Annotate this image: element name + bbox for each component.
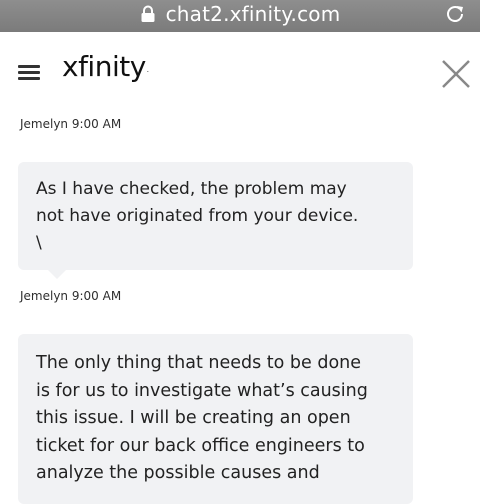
url-text: chat2.xfinity.com bbox=[165, 2, 341, 26]
message-sender-timestamp: Jemelyn 9:00 AM bbox=[20, 289, 122, 303]
message-line: As I have checked, the problem may bbox=[36, 179, 347, 199]
message-line: The only thing that needs to be done bbox=[36, 353, 362, 373]
message-line: analyze the possible causes and bbox=[36, 463, 320, 483]
hamburger-menu-icon[interactable] bbox=[18, 65, 40, 80]
xfinity-logo: xfinity. bbox=[62, 50, 149, 83]
message-sender-timestamp: Jemelyn 9:00 AM bbox=[20, 117, 122, 131]
lock-icon bbox=[141, 5, 155, 22]
browser-address-bar[interactable]: chat2.xfinity.com bbox=[0, 0, 480, 32]
close-icon[interactable] bbox=[440, 58, 472, 90]
message-line: ticket for our back office engineers to bbox=[36, 435, 365, 456]
url-display[interactable]: chat2.xfinity.com bbox=[0, 1, 480, 27]
message-line: this issue. I will be creating an open bbox=[36, 408, 351, 428]
reload-icon[interactable] bbox=[444, 3, 466, 25]
message-line: \ bbox=[36, 233, 42, 253]
chat-header: xfinity. bbox=[0, 32, 480, 104]
message-line: is for us to investigate what’s causing bbox=[36, 380, 368, 401]
chat-message-bubble: As I have checked, the problem may not h… bbox=[18, 162, 413, 279]
message-line: not have originated from your device. bbox=[36, 206, 359, 226]
chat-message-bubble: The only thing that needs to be done is … bbox=[18, 334, 413, 504]
